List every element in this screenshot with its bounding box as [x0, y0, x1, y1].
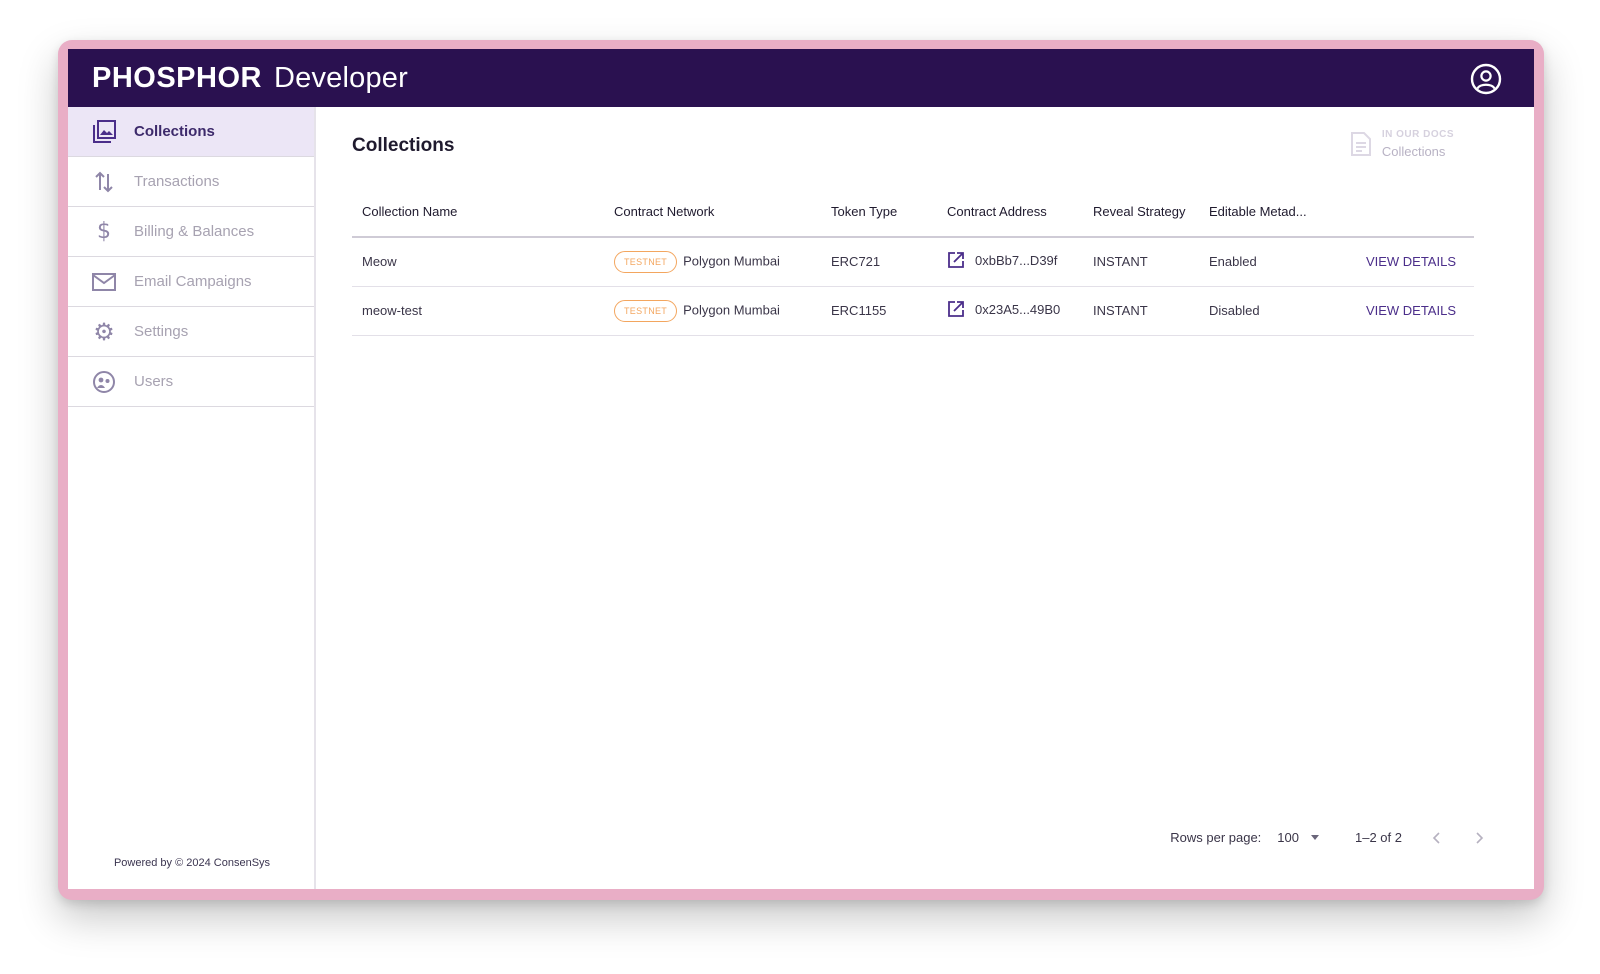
rows-per-page-value[interactable]: 100 [1277, 830, 1299, 845]
sidebar-item-label: Collections [134, 123, 215, 140]
address-text[interactable]: 0x23A5...49B0 [975, 302, 1060, 317]
users-icon [90, 368, 118, 396]
external-link-icon[interactable] [947, 300, 965, 318]
chevron-left-icon[interactable] [1430, 831, 1444, 845]
address-text[interactable]: 0xbBb7...D39f [975, 253, 1057, 268]
contract-address[interactable]: 0xbBb7...D39f [937, 237, 1083, 287]
table-row[interactable]: Meow TESTNET Polygon Mumbai ERC721 0xbBb… [352, 237, 1474, 287]
sidebar-item-label: Settings [134, 323, 189, 340]
testnet-badge: TESTNET [614, 299, 678, 322]
contract-network: TESTNET Polygon Mumbai [604, 286, 821, 336]
token-type: ERC721 [821, 237, 937, 287]
collection-name: meow-test [352, 286, 604, 336]
chevron-right-icon[interactable] [1472, 831, 1486, 845]
column-header[interactable]: Reveal Strategy [1083, 187, 1199, 238]
app-window: PHOSPHOR Developer Collections Transacti… [68, 49, 1534, 889]
powered-by-footer: Powered by © 2024 ConsenSys [113, 857, 271, 869]
external-link-icon[interactable] [947, 251, 965, 269]
sidebar-item-settings[interactable]: ⚙ Settings [68, 307, 314, 357]
column-header-actions [1349, 187, 1474, 238]
column-header[interactable]: Token Type [821, 187, 937, 238]
page-range: 1–2 of 2 [1355, 830, 1402, 845]
docs-link[interactable]: IN OUR DOCS Collections [1350, 129, 1454, 159]
sidebar-item-label: Email Campaigns [134, 273, 252, 290]
brand-subtitle: Developer [273, 61, 408, 94]
table-row[interactable]: meow-test TESTNET Polygon Mumbai ERC1155 [352, 286, 1474, 336]
pagination: Rows per page: 100 1–2 of 2 [1170, 830, 1486, 845]
network-name: Polygon Mumbai [683, 253, 780, 269]
transactions-icon [90, 168, 118, 196]
sidebar: Collections Transactions $ Billing & Bal… [68, 107, 316, 889]
caret-down-icon[interactable] [1311, 835, 1319, 840]
sidebar-item-transactions[interactable]: Transactions [68, 157, 314, 207]
brand-logo[interactable]: PHOSPHOR [92, 62, 262, 95]
editable-metadata: Disabled [1199, 286, 1349, 336]
mail-icon [90, 268, 118, 296]
rows-per-page-label: Rows per page: [1170, 830, 1262, 845]
rows-per-page-select[interactable]: 100 [1277, 830, 1319, 845]
token-type: ERC1155 [821, 286, 937, 336]
column-header[interactable]: Collection Name [352, 187, 604, 238]
sidebar-item-email-campaigns[interactable]: Email Campaigns [68, 257, 314, 307]
page-title: Collections [352, 135, 455, 156]
gear-icon: ⚙ [93, 317, 115, 346]
view-details-button[interactable]: VIEW DETAILS [1349, 286, 1474, 336]
reveal-strategy: INSTANT [1083, 286, 1199, 336]
editable-metadata: Enabled [1199, 237, 1349, 287]
sidebar-item-label: Users [134, 373, 174, 390]
sidebar-item-label: Billing & Balances [134, 223, 255, 240]
dollar-icon: $ [97, 219, 111, 244]
view-details-button[interactable]: VIEW DETAILS [1349, 237, 1474, 287]
sidebar-item-label: Transactions [134, 173, 220, 190]
main-content: Collections IN OUR DOCS Collections Coll… [318, 107, 1534, 889]
top-bar: PHOSPHOR Developer [68, 49, 1534, 107]
table-header-row: Collection Name Contract Network Token T… [352, 187, 1474, 238]
column-header[interactable]: Editable Metad... [1199, 187, 1349, 238]
network-name: Polygon Mumbai [683, 301, 780, 317]
contract-address[interactable]: 0x23A5...49B0 [937, 286, 1083, 336]
sidebar-item-users[interactable]: Users [68, 357, 314, 407]
collections-table: Collection Name Contract Network Token T… [352, 187, 1474, 336]
collection-name: Meow [352, 237, 604, 287]
column-header[interactable]: Contract Address [937, 187, 1083, 238]
docs-link-label[interactable]: Collections [1382, 144, 1454, 159]
reveal-strategy: INSTANT [1083, 237, 1199, 287]
account-circle-icon[interactable] [1470, 63, 1502, 95]
collections-icon [90, 118, 118, 146]
document-icon [1350, 131, 1374, 159]
column-header[interactable]: Contract Network [604, 187, 821, 238]
docs-kicker: IN OUR DOCS [1381, 129, 1454, 140]
contract-network: TESTNET Polygon Mumbai [604, 237, 821, 287]
sidebar-item-collections[interactable]: Collections [68, 107, 314, 157]
sidebar-item-billing[interactable]: $ Billing & Balances [68, 207, 314, 257]
testnet-badge: TESTNET [614, 250, 678, 273]
